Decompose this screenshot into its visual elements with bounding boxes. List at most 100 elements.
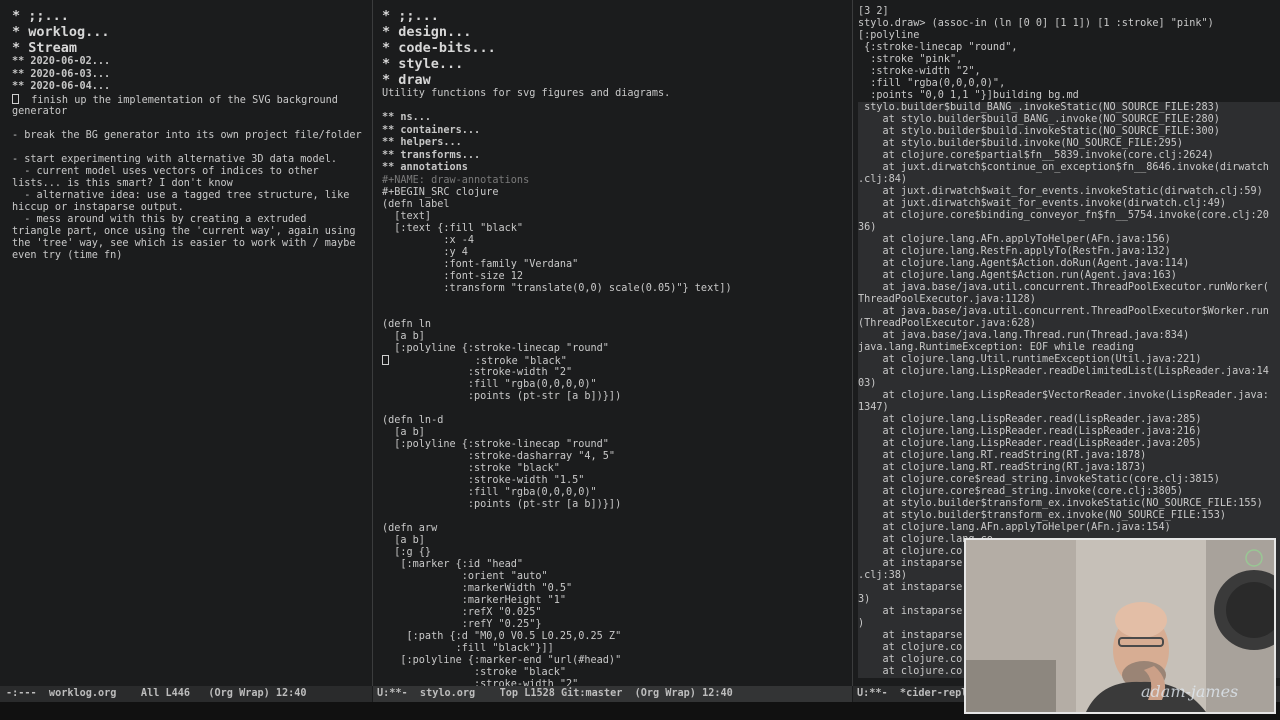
stacktrace-line: at clojure.core$read_string.invoke(core.… (858, 486, 1184, 497)
worklog-line: the 'tree' way, see which is easier to w… (12, 238, 372, 250)
worklog-line-text: - start experimenting with alternative 3… (12, 153, 338, 165)
stylo-line: ** containers... (382, 125, 852, 138)
stacktrace-line: at stylo.builder$build_BANG_.invoke(NO_S… (858, 114, 1220, 125)
stacktrace-line: at clojure.lang.Agent$Action.run(Agent.j… (858, 270, 1177, 281)
stylo-line: #+BEGIN_SRC clojure (382, 187, 852, 199)
worklog-line: hiccup or instaparse output. (12, 202, 372, 214)
stylo-line-text: ** helpers... (382, 137, 462, 148)
stacktrace-line: at clojure.core$read_string.invokeStatic… (858, 474, 1220, 485)
stylo-line-text: [:polyline {:stroke-linecap "round" (382, 438, 609, 450)
stylo-line-text: :refX "0.025" (382, 606, 542, 618)
worklog-editor-pane[interactable]: * ;;... * worklog... * Stream ** 2020-06-02… (0, 0, 372, 686)
stacktrace-line: java.lang.RuntimeException: EOF while re… (858, 342, 1135, 353)
stylo-line: ** transforms... (382, 150, 852, 163)
stylo-line-text: [:polyline {:marker-end "url(#head)" (382, 654, 622, 666)
stylo-org-editor-pane[interactable]: * ;;... * design... * code-bits... * style.… (373, 0, 852, 686)
stylo-line-text: * design... (382, 24, 472, 40)
stacktrace-line: at java.base/java.lang.Thread.run(Thread… (858, 330, 1190, 341)
stacktrace-line: at juxt.dirwatch$wait_for_events.invokeS… (858, 186, 1263, 197)
stylo-line-text: * style... (382, 56, 464, 72)
stylo-line: [a b] (382, 427, 852, 439)
worklog-line-text: - mess around with this by creating a ex… (12, 213, 307, 225)
stylo-line: [:text {:fill "black" (382, 223, 852, 235)
worklog-line: generator (12, 106, 372, 118)
stylo-line-text: :stroke "black" (389, 355, 567, 367)
stylo-line-text: (defn ln (382, 318, 432, 330)
worklog-line: - current model uses vectors of indices … (12, 166, 372, 178)
stylo-line-text: :markerWidth "0.5" (382, 582, 573, 594)
stylo-line: #+NAME: draw-annotations (382, 175, 852, 187)
stylo-line-text: ** annotations (382, 162, 468, 173)
stylo-line: (defn arw (382, 523, 852, 535)
worklog-line: even try (time fn) (12, 250, 372, 262)
stylo-line-text: :stroke-width "2" (382, 678, 579, 687)
stylo-line-text: #+NAME: draw-annotations (382, 174, 530, 186)
worklog-line-text: ** 2020-06-02... (12, 56, 111, 67)
stylo-line: [:polyline {:stroke-linecap "round" (382, 439, 852, 451)
stylo-line: ** ns... (382, 112, 852, 125)
stacktrace-line: at juxt.dirwatch$wait_for_events.invoke(… (858, 198, 1227, 209)
stacktrace-line: at juxt.dirwatch$continue_on_exception$f… (858, 162, 1269, 173)
stacktrace-line: at clojure.lang.LispReader$VectorReader.… (858, 390, 1269, 401)
stacktrace-line: at clojure.lang.LispReader.read(LispRead… (858, 438, 1202, 449)
repl-output-line: :points "0,0 1,1 "}]building bg.md (858, 90, 1079, 101)
stylo-line: * draw (382, 72, 852, 88)
stylo-line-text: :points (pt-str [a b])}]) (382, 498, 622, 510)
stylo-line-text: :refY "0.25"} (382, 618, 542, 630)
stacktrace-line: at clojure.core$partial$fn__5839.invoke(… (858, 150, 1214, 161)
worklog-line: * ;;... (12, 8, 372, 24)
stacktrace-line: at stylo.builder$transform_ex.invokeStat… (858, 498, 1263, 509)
repl-output-line: :stroke-width "2", (858, 66, 981, 77)
worklog-line-text: hiccup or instaparse output. (12, 201, 184, 213)
worklog-line-text: - alternative idea: use a tagged tree st… (12, 189, 350, 201)
stylo-line-text: [a b] (382, 426, 425, 438)
worklog-line-text: finish up the implementation of the SVG … (19, 94, 338, 106)
stylo-line: [:path {:d "M0,0 V0.5 L0.25,0.25 Z" (382, 631, 852, 643)
stacktrace-line: at clojure.lang.LispReader.read(LispRead… (858, 414, 1202, 425)
worklog-line-text: * ;;... (12, 8, 69, 24)
stylo-line-text: [:polyline {:stroke-linecap "round" (382, 342, 609, 354)
stylo-line: Utility functions for svg figures and di… (382, 88, 852, 100)
stylo-line: :fill "rgba(0,0,0,0)" (382, 487, 852, 499)
stacktrace-line: 36) (858, 222, 877, 233)
worklog-line-text: lists... is this smart? I don't know (12, 177, 233, 189)
stacktrace-line: .clj:84) (858, 174, 908, 185)
worklog-line: - break the BG generator into its own pr… (12, 130, 372, 142)
worklog-line-text: - break the BG generator into its own pr… (12, 129, 362, 141)
stylo-line-text: [:g {} (382, 546, 432, 558)
worklog-line-text: the 'tree' way, see which is easier to w… (12, 237, 356, 249)
stylo-line (382, 511, 852, 523)
stylo-line: :font-family "Verdana" (382, 259, 852, 271)
stylo-line-text: * ;;... (382, 8, 439, 24)
stacktrace-line: at clojure.lang.RT.readString(RT.java:18… (858, 462, 1147, 473)
worklog-line-text: even try (time fn) (12, 249, 123, 261)
worklog-line: lists... is this smart? I don't know (12, 178, 372, 190)
worklog-line (12, 118, 372, 130)
repl-prompt-line[interactable]: stylo.draw> (assoc-in (ln [0 0] [1 1]) [… (858, 18, 1280, 30)
stylo-line: [a b] (382, 331, 852, 343)
stylo-line-text: :orient "auto" (382, 570, 548, 582)
webcam-watermark: adam-james (1141, 682, 1239, 701)
webcam-overlay: adam-james (964, 538, 1276, 714)
stylo-line: :markerHeight "1" (382, 595, 852, 607)
stacktrace-line: 1347) (858, 402, 889, 413)
modeline-worklog: -:--- worklog.org All L446 (Org Wrap) 12… (0, 686, 372, 702)
stylo-line: :fill "black"}]] (382, 643, 852, 655)
stylo-line-text: * code-bits... (382, 40, 496, 56)
stylo-line-text: :stroke-dasharray "4, 5" (382, 450, 616, 462)
stacktrace-line: at clojure.lang.RestFn.applyTo(RestFn.ja… (858, 246, 1171, 257)
worklog-line: ** 2020-06-02... (12, 56, 372, 69)
stylo-line (382, 307, 852, 319)
worklog-line-text: - current model uses vectors of indices … (12, 165, 319, 177)
stylo-line: * ;;... (382, 8, 852, 24)
stylo-line: (defn ln (382, 319, 852, 331)
stacktrace-line: at java.base/java.util.concurrent.Thread… (858, 282, 1269, 293)
text-cursor (12, 93, 19, 104)
worklog-line: triangle part, once using the 'current w… (12, 226, 372, 238)
stylo-line-text: ** ns... (382, 112, 432, 123)
stylo-line-text: :stroke-width "2" (382, 366, 573, 378)
stacktrace-line: at clojure.lang.Util.runtimeException(Ut… (858, 354, 1202, 365)
worklog-line: - mess around with this by creating a ex… (12, 214, 372, 226)
stylo-line-text: (defn arw (382, 522, 438, 534)
worklog-line: - start experimenting with alternative 3… (12, 154, 372, 166)
